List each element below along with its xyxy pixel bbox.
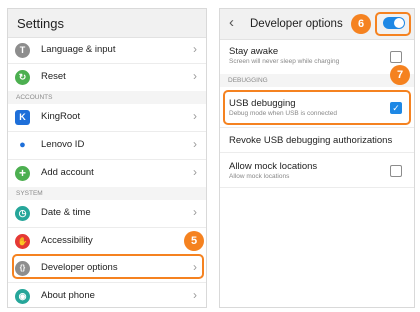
chevron-right-icon: ›: [193, 165, 197, 179]
settings-item-reset[interactable]: ↻ Reset ›: [8, 64, 206, 91]
chevron-right-icon: ›: [193, 109, 197, 123]
settings-item-label: Lenovo ID: [41, 139, 85, 150]
step-5-badge: 5: [184, 231, 204, 251]
section-debugging: DEBUGGING: [220, 74, 414, 87]
settings-item-accessibility[interactable]: ✋ Accessibility ›: [8, 228, 206, 255]
settings-item-kingroot[interactable]: K KingRoot ›: [8, 104, 206, 131]
about-phone-icon: ◉: [15, 289, 30, 304]
chevron-right-icon: ›: [193, 69, 197, 83]
settings-item-about-phone[interactable]: ◉ About phone ›: [8, 283, 206, 310]
mock-locations-subtitle: Allow mock locations: [229, 173, 290, 180]
stay-awake-title: Stay awake: [229, 46, 279, 57]
add-account-icon: +: [15, 166, 30, 181]
settings-item-label: Add account: [41, 167, 94, 178]
chevron-right-icon: ›: [193, 42, 197, 56]
accessibility-icon: ✋: [15, 234, 30, 249]
settings-item-label: About phone: [41, 290, 95, 301]
settings-item-add-account[interactable]: + Add account ›: [8, 160, 206, 187]
step-6-badge: 6: [351, 14, 371, 34]
settings-title: Settings: [17, 16, 64, 31]
mock-locations-row[interactable]: Allow mock locations Allow mock location…: [220, 153, 414, 187]
mock-locations-checkbox[interactable]: [390, 165, 402, 177]
section-accounts: ACCOUNTS: [8, 91, 206, 104]
usb-debugging-highlight: [223, 90, 411, 125]
lenovo-id-icon: ●: [15, 138, 30, 153]
toggle-highlight: [375, 12, 411, 36]
reset-icon: ↻: [15, 70, 30, 85]
stay-awake-checkbox[interactable]: [390, 51, 402, 63]
clock-icon: ◷: [15, 206, 30, 221]
section-system: SYSTEM: [8, 187, 206, 200]
stay-awake-subtitle: Screen will never sleep while charging: [229, 58, 340, 65]
settings-item-label: KingRoot: [41, 111, 81, 122]
settings-item-language[interactable]: T Language & input ›: [8, 37, 206, 64]
chevron-right-icon: ›: [193, 205, 197, 219]
chevron-right-icon: ›: [193, 288, 197, 302]
developer-options-screen: ‹ Developer options 6 Stay awake Screen …: [219, 8, 415, 308]
kingroot-icon: K: [15, 110, 30, 125]
developer-options-highlight: [12, 254, 204, 279]
developer-title: Developer options: [250, 18, 343, 30]
revoke-usb-row[interactable]: Revoke USB debugging authorizations: [220, 127, 414, 152]
settings-item-label: Language & input: [41, 44, 116, 55]
stay-awake-row[interactable]: Stay awake Screen will never sleep while…: [220, 40, 414, 74]
revoke-usb-title: Revoke USB debugging authorizations: [229, 135, 393, 146]
settings-item-lenovo-id[interactable]: ● Lenovo ID ›: [8, 132, 206, 159]
settings-item-label: Reset: [41, 71, 66, 82]
settings-item-label: Date & time: [41, 207, 91, 218]
mock-locations-title: Allow mock locations: [229, 161, 318, 172]
step-7-badge: 7: [390, 65, 410, 85]
settings-item-date-time[interactable]: ◷ Date & time ›: [8, 200, 206, 227]
settings-header: Settings: [8, 9, 206, 38]
back-chevron-icon[interactable]: ‹: [229, 14, 234, 31]
chevron-right-icon: ›: [193, 137, 197, 151]
settings-item-label: Accessibility: [41, 235, 93, 246]
language-icon: T: [15, 43, 30, 58]
settings-screen: Settings T Language & input › ↻ Reset › …: [7, 8, 207, 308]
